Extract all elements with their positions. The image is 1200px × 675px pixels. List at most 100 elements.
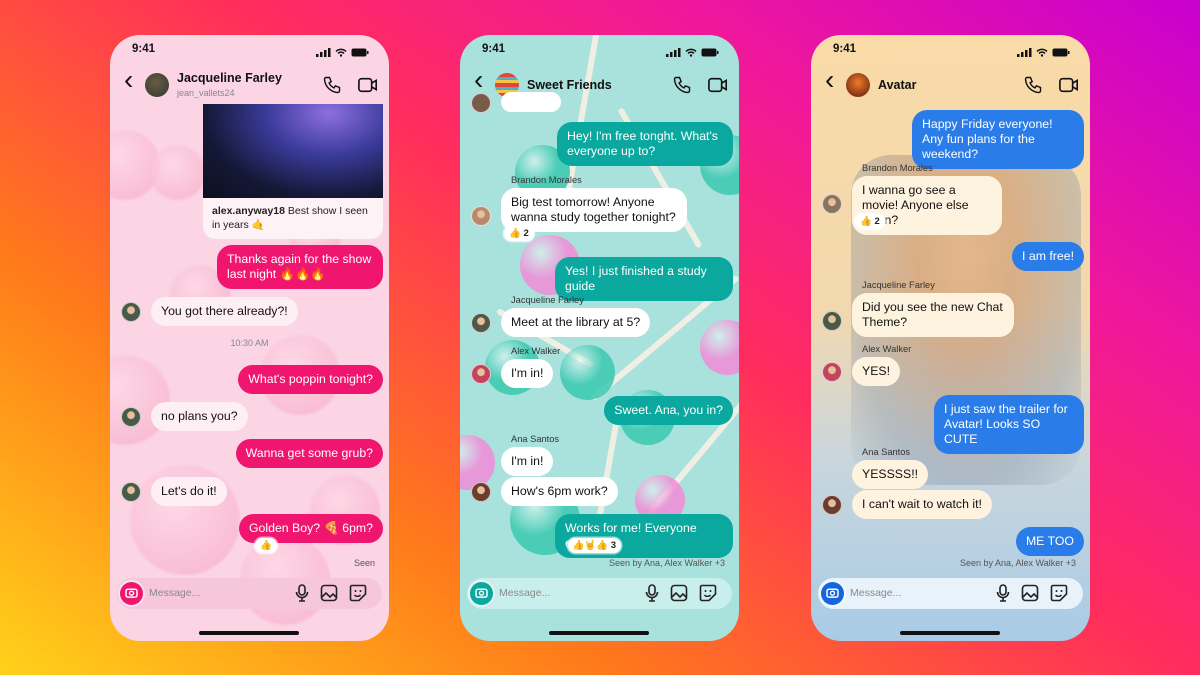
chat-avatar[interactable]	[846, 73, 870, 97]
status-icons	[1017, 44, 1070, 62]
sender-name: Jacqueline Farley	[862, 280, 935, 290]
phone-chat-jacqueline: 9:41 ‹ Jacqueline Farley jean_vallets24 alex…	[110, 35, 389, 641]
sender-avatar[interactable]	[121, 407, 141, 427]
received-message[interactable]: You got there already?!	[151, 297, 298, 326]
received-message[interactable]: YESSSS!!	[852, 460, 929, 489]
phone-chat-avatar: 9:41 ‹ Avatar Happy Friday everyone! Any fu…	[811, 35, 1090, 641]
sender-name: Brandon Morales	[511, 175, 582, 185]
video-call-icon[interactable]	[707, 75, 729, 100]
message-reaction[interactable]: 👍🤘👍 3	[567, 538, 621, 553]
microphone-icon[interactable]	[294, 584, 310, 607]
message-composer[interactable]: Message...	[467, 578, 732, 609]
sent-message[interactable]: Happy Friday everyone! Any fun plans for…	[912, 110, 1084, 169]
sent-message[interactable]: I just saw the trailer for Avatar! Looks…	[934, 395, 1084, 454]
sender-name: Alex Walker	[862, 344, 912, 354]
message-reaction[interactable]: 👍 2	[855, 214, 885, 229]
battery-icon	[351, 44, 369, 62]
microphone-icon[interactable]	[644, 584, 660, 607]
sender-avatar[interactable]	[121, 302, 141, 322]
signal-icon	[666, 44, 681, 62]
gallery-icon[interactable]	[1021, 584, 1039, 607]
received-message[interactable]: no plans you?	[151, 402, 248, 431]
message-reaction[interactable]: 👍	[255, 538, 277, 553]
lollipop-decoration	[700, 320, 739, 375]
video-call-icon[interactable]	[1058, 75, 1080, 100]
sticker-icon[interactable]	[1050, 584, 1068, 607]
signal-icon	[316, 44, 331, 62]
received-message-partial[interactable]	[501, 92, 561, 112]
sent-message[interactable]: I am free!	[1012, 242, 1084, 271]
status-icons	[666, 44, 719, 62]
chat-header: ‹ Jacqueline Farley jean_vallets24	[110, 66, 389, 102]
sender-avatar[interactable]	[471, 206, 491, 226]
message-reaction[interactable]: 👍 2	[504, 226, 534, 241]
sticker-icon[interactable]	[699, 584, 717, 607]
gallery-icon[interactable]	[320, 584, 338, 607]
camera-button[interactable]	[821, 582, 844, 605]
wifi-icon	[1036, 44, 1048, 62]
sender-avatar[interactable]	[822, 362, 842, 382]
battery-icon	[701, 44, 719, 62]
sender-avatar[interactable]	[471, 482, 491, 502]
message-composer[interactable]: Message...	[818, 578, 1083, 609]
received-message[interactable]: YES!	[852, 357, 901, 386]
sender-avatar[interactable]	[471, 313, 491, 333]
sent-message[interactable]: Thanks again for the show last night 🔥🔥🔥	[217, 245, 383, 289]
received-message[interactable]: Let's do it!	[151, 477, 227, 506]
camera-icon	[826, 585, 839, 603]
message-composer[interactable]: Message...	[117, 578, 382, 609]
received-message[interactable]: I can't wait to watch it!	[852, 490, 992, 519]
message-input[interactable]: Message...	[850, 587, 901, 599]
sender-avatar[interactable]	[822, 495, 842, 515]
sender-name: Ana Santos	[511, 434, 560, 444]
back-chevron-icon[interactable]: ‹	[124, 66, 133, 94]
sender-avatar[interactable]	[121, 482, 141, 502]
chat-username: jean_vallets24	[177, 88, 235, 98]
message-input[interactable]: Message...	[149, 587, 200, 599]
sender-avatar[interactable]	[471, 93, 491, 113]
home-indicator	[549, 631, 649, 635]
received-message[interactable]: I'm in!	[501, 447, 554, 476]
received-message[interactable]: Big test tomorrow! Anyone wanna study to…	[501, 188, 687, 232]
sent-message[interactable]: Sweet. Ana, you in?	[604, 396, 733, 425]
chat-name[interactable]: Avatar	[878, 78, 916, 92]
shared-post-card[interactable]: alex.anyway18 Best show I seen in years …	[203, 104, 383, 239]
home-indicator	[900, 631, 1000, 635]
sender-avatar[interactable]	[822, 311, 842, 331]
received-message[interactable]: Meet at the library at 5?	[501, 308, 651, 337]
sent-message[interactable]: Hey! I'm free tonght. What's everyone up…	[557, 122, 733, 166]
sent-message[interactable]: What's poppin tonight?	[238, 365, 383, 394]
status-time: 9:41	[833, 43, 857, 55]
seen-indicator: Seen by Ana, Alex Walker +3	[960, 558, 1076, 568]
sticker-icon[interactable]	[349, 584, 367, 607]
status-time: 9:41	[482, 43, 506, 55]
sender-avatar[interactable]	[471, 364, 491, 384]
video-call-icon[interactable]	[357, 75, 379, 100]
phone-call-icon[interactable]	[672, 75, 692, 100]
chat-name[interactable]: Sweet Friends	[527, 78, 612, 92]
sent-message[interactable]: Wanna get some grub?	[235, 439, 383, 468]
phone-call-icon[interactable]	[322, 75, 342, 100]
received-message[interactable]: Did you see the new Chat Theme?	[852, 293, 1014, 337]
camera-button[interactable]	[470, 582, 493, 605]
received-message[interactable]: I'm in!	[501, 359, 554, 388]
camera-button[interactable]	[120, 582, 143, 605]
chat-name[interactable]: Jacqueline Farley	[177, 71, 282, 85]
sender-avatar[interactable]	[822, 194, 842, 214]
chat-avatar[interactable]	[145, 73, 169, 97]
gallery-icon[interactable]	[670, 584, 688, 607]
status-icons	[316, 44, 369, 62]
received-message[interactable]: How's 6pm work?	[501, 477, 618, 506]
back-chevron-icon[interactable]: ‹	[825, 66, 834, 94]
phone-call-icon[interactable]	[1023, 75, 1043, 100]
camera-icon	[475, 585, 488, 603]
camera-icon	[125, 585, 138, 603]
home-indicator	[199, 631, 299, 635]
sent-message[interactable]: ME TOO	[1015, 527, 1084, 556]
concert-photo	[203, 104, 383, 198]
phone-chat-sweet-friends: 9:41 ‹ Sweet Friends Hey! I'm free tonght. …	[460, 35, 739, 641]
message-input[interactable]: Message...	[499, 587, 550, 599]
sender-name: Jacqueline Farley	[511, 295, 584, 305]
microphone-icon[interactable]	[995, 584, 1011, 607]
back-chevron-icon[interactable]: ‹	[474, 66, 483, 94]
